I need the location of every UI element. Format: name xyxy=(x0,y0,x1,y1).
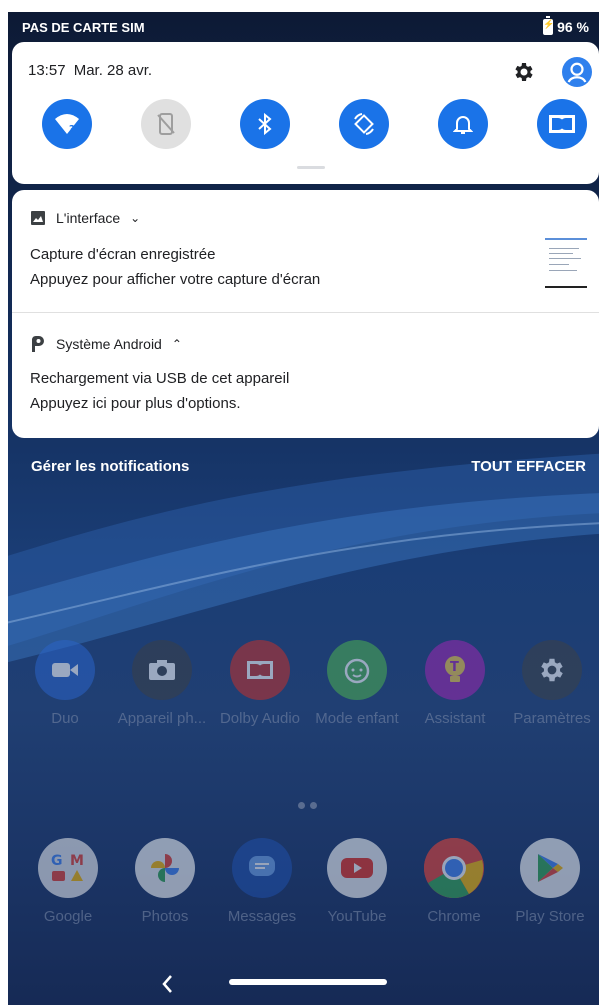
device-screen: PAS DE CARTE SIM 96 % 13:57 Mar. 28 avr.… xyxy=(8,12,599,1005)
camera-icon xyxy=(132,640,192,700)
dolby-audio-icon xyxy=(230,640,290,700)
notification-title: Capture d'écran enregistrée xyxy=(30,246,216,263)
mobile-data-off-icon xyxy=(157,113,175,135)
app-label: Assistant xyxy=(424,710,486,727)
auto-rotate-icon xyxy=(354,113,374,135)
app-parametres[interactable]: Paramètres xyxy=(504,640,599,727)
android-system-icon xyxy=(32,335,44,352)
notification-tile[interactable] xyxy=(438,99,488,149)
home-apps-row-2: G M Google Photos Messages YouTube Chrom… xyxy=(8,838,599,948)
manage-notifications-button[interactable]: Gérer les notifications xyxy=(31,458,189,475)
google-folder-icon: G M xyxy=(38,838,98,898)
app-youtube[interactable]: YouTube xyxy=(309,838,405,925)
image-icon xyxy=(31,211,45,225)
wifi-tile[interactable]: ? xyxy=(42,99,92,149)
app-chrome[interactable]: Chrome xyxy=(406,838,502,925)
kid-mode-icon xyxy=(327,640,387,700)
notification-screenshot[interactable]: L'interface ⌄ Capture d'écran enregistré… xyxy=(12,190,599,312)
quick-settings-tiles: ? xyxy=(34,99,594,151)
home-apps-row-1: Duo Appareil ph... Dolby Audio Mode enfa… xyxy=(8,640,599,750)
notification-header: Système Android ⌃ xyxy=(30,335,182,353)
messages-icon xyxy=(232,838,292,898)
play-store-icon xyxy=(520,838,580,898)
date: Mar. 28 avr. xyxy=(73,62,153,79)
screenshot-thumbnail[interactable] xyxy=(545,238,587,288)
dolby-tile[interactable] xyxy=(537,99,587,149)
svg-text:M: M xyxy=(70,853,84,869)
bluetooth-icon xyxy=(258,112,272,136)
chrome-icon xyxy=(424,838,484,898)
app-duo[interactable]: Duo xyxy=(17,640,113,727)
carrier-label: PAS DE CARTE SIM xyxy=(22,20,145,35)
notification-usb[interactable]: Système Android ⌃ Rechargement via USB d… xyxy=(12,313,599,438)
clock: 13:57 xyxy=(28,62,66,79)
battery-charging-icon xyxy=(543,16,554,35)
auto-rotate-tile[interactable] xyxy=(339,99,389,149)
duo-icon xyxy=(35,640,95,700)
photos-icon xyxy=(135,838,195,898)
notification-list: L'interface ⌄ Capture d'écran enregistré… xyxy=(12,190,599,438)
wifi-icon: ? xyxy=(55,114,79,135)
page-dot xyxy=(298,802,305,809)
youtube-icon xyxy=(327,838,387,898)
app-label: Mode enfant xyxy=(315,710,399,727)
notification-title: Rechargement via USB de cet appareil xyxy=(30,370,290,387)
notification-body: Appuyez ici pour plus d'options. xyxy=(30,395,241,412)
app-dolby-audio[interactable]: Dolby Audio xyxy=(212,640,308,727)
app-google[interactable]: G M Google xyxy=(20,838,116,925)
app-camera[interactable]: Appareil ph... xyxy=(114,640,210,727)
back-chevron-icon[interactable] xyxy=(158,972,176,996)
notification-app-name: Système Android xyxy=(56,336,162,352)
settings-gear-icon[interactable] xyxy=(512,60,536,84)
battery-level: 96 % xyxy=(557,19,589,35)
notification-actions: Gérer les notifications TOUT EFFACER xyxy=(8,450,599,480)
app-label: Dolby Audio xyxy=(219,710,301,727)
notification-header: L'interface ⌄ xyxy=(30,210,140,226)
app-play-store[interactable]: Play Store xyxy=(502,838,598,925)
notification-app-name: L'interface xyxy=(56,210,121,226)
svg-text:T: T xyxy=(450,660,459,675)
svg-text:?: ? xyxy=(69,124,75,135)
app-label: Messages xyxy=(227,908,297,925)
page-dot xyxy=(310,802,317,809)
app-label: Google xyxy=(43,908,93,925)
app-mode-enfant[interactable]: Mode enfant xyxy=(309,640,405,727)
status-bar: PAS DE CARTE SIM 96 % xyxy=(8,12,599,40)
notification-body: Appuyez pour afficher votre capture d'éc… xyxy=(30,271,321,288)
app-messages[interactable]: Messages xyxy=(214,838,310,925)
dolby-icon xyxy=(549,115,575,133)
app-label: YouTube xyxy=(327,908,387,925)
app-assistant[interactable]: T Assistant xyxy=(407,640,503,727)
user-icon xyxy=(567,62,587,83)
quick-settings-panel: 13:57 Mar. 28 avr. ? xyxy=(12,42,599,184)
app-label: Appareil ph... xyxy=(117,710,207,727)
drag-handle[interactable] xyxy=(297,166,325,169)
notification-bell-icon xyxy=(453,116,473,134)
home-gesture-bar[interactable] xyxy=(229,979,387,985)
user-avatar[interactable] xyxy=(562,57,592,87)
collapse-chevron-icon[interactable]: ⌃ xyxy=(172,337,182,351)
app-label: Chrome xyxy=(427,908,481,925)
battery-indicator: 96 % xyxy=(543,16,589,35)
clear-all-button[interactable]: TOUT EFFACER xyxy=(471,458,586,475)
bluetooth-tile[interactable] xyxy=(240,99,290,149)
mobile-data-tile[interactable] xyxy=(141,99,191,149)
expand-chevron-icon[interactable]: ⌄ xyxy=(130,211,140,225)
app-photos[interactable]: Photos xyxy=(117,838,213,925)
clock-date: 13:57 Mar. 28 avr. xyxy=(28,62,152,79)
page-indicator xyxy=(298,802,317,809)
svg-text:G: G xyxy=(51,853,63,869)
app-label: Duo xyxy=(51,710,79,727)
assistant-tips-icon: T xyxy=(425,640,485,700)
settings-app-icon xyxy=(522,640,582,700)
app-label: Photos xyxy=(141,908,189,925)
app-label: Play Store xyxy=(515,908,585,925)
app-label: Paramètres xyxy=(513,710,591,727)
